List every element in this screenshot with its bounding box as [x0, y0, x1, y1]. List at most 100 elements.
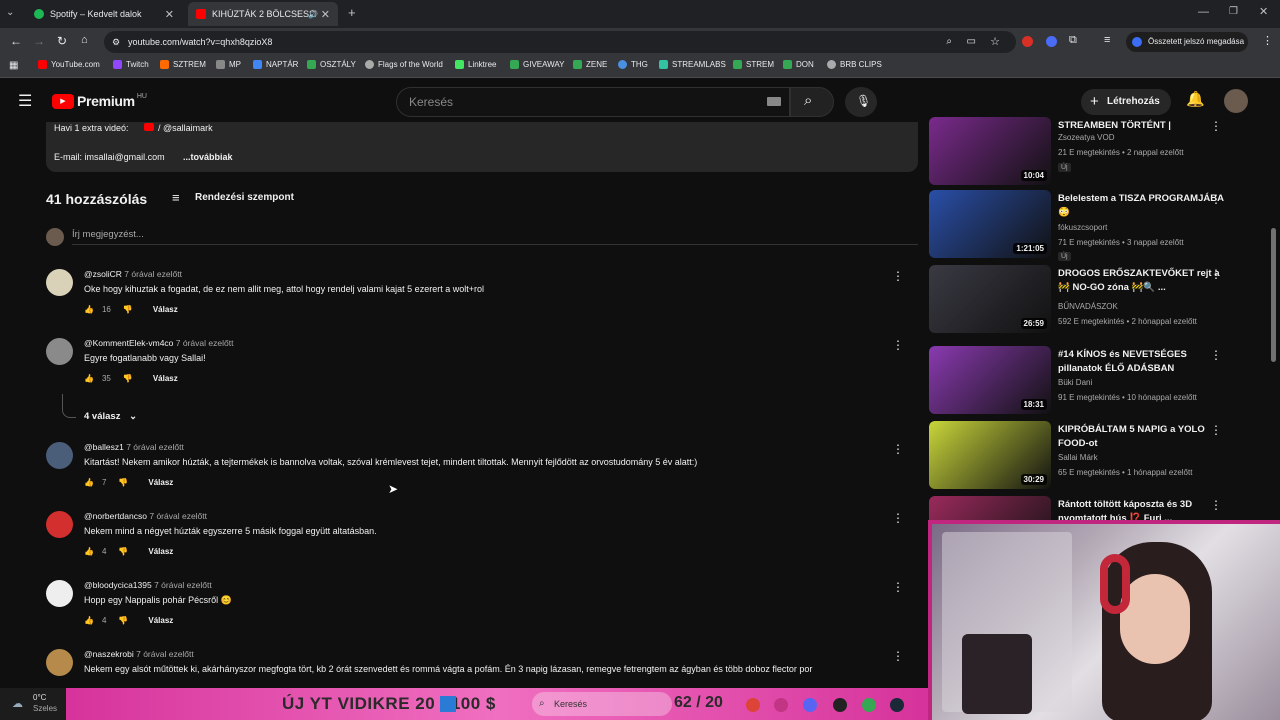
hamburger-menu-icon[interactable]: ☰: [18, 91, 32, 111]
comment-author[interactable]: @naszekrobi 7 órával ezelőtt: [84, 649, 194, 659]
reload-icon[interactable]: ↻: [57, 34, 67, 48]
show-replies-button[interactable]: 4 válasz ⌄: [84, 411, 137, 422]
notifications-bell-icon[interactable]: 🔔: [1186, 90, 1205, 108]
tab-list-icon[interactable]: ⌄: [6, 7, 14, 18]
like-icon[interactable]: 👍: [84, 374, 94, 383]
voice-search-button[interactable]: 🎙: [845, 87, 877, 117]
show-more-link[interactable]: ...továbbiak: [183, 152, 233, 162]
menu-dots-icon[interactable]: ⋮: [1262, 34, 1273, 47]
app-icon[interactable]: [774, 698, 788, 712]
channel-name[interactable]: Sallai Márk: [1058, 453, 1098, 462]
profile-button[interactable]: Összetett jelszó megadása: [1126, 32, 1248, 52]
dislike-icon[interactable]: 👎: [118, 478, 128, 487]
reply-button[interactable]: Válasz: [153, 305, 178, 314]
video-title[interactable]: #14 KÍNOS és NEVETSÉGES pillanatok ÉLŐ A…: [1058, 348, 1233, 376]
bookmark-giveaway[interactable]: GIVEAWAY: [510, 60, 565, 69]
video-description[interactable]: Havi 1 extra videó: / @sallaimark E-mail…: [46, 122, 918, 172]
video-menu-icon[interactable]: ⋮: [1210, 348, 1222, 362]
dislike-icon[interactable]: 👎: [123, 305, 133, 314]
close-icon[interactable]: ✕: [321, 8, 330, 21]
forward-icon[interactable]: →: [33, 34, 45, 48]
bookmark-strem[interactable]: STREM: [733, 60, 774, 69]
apps-grid-icon[interactable]: ▦: [9, 60, 18, 71]
related-video[interactable]: 10:04 STREAMBEN TÖRTÉNT | Zsozeatya VOD …: [929, 117, 1274, 187]
bookmark-twitch[interactable]: Twitch: [113, 60, 149, 69]
comment-menu-icon[interactable]: ⋮: [892, 442, 904, 456]
sort-button[interactable]: Rendezési szempont: [195, 192, 294, 203]
reply-button[interactable]: Válasz: [148, 478, 173, 487]
video-thumbnail[interactable]: 26:59: [929, 265, 1051, 333]
bookmark-youtube[interactable]: YouTube.com: [38, 60, 100, 69]
search-button[interactable]: ⌕: [790, 87, 834, 117]
like-icon[interactable]: 👍: [84, 616, 94, 625]
extension-icon[interactable]: [1022, 36, 1033, 47]
bookmark-don[interactable]: DON: [783, 60, 814, 69]
channel-name[interactable]: Zsozeatya VOD: [1058, 133, 1114, 142]
video-title[interactable]: STREAMBEN TÖRTÉNT |: [1058, 119, 1233, 133]
comment-author[interactable]: @bloodycica1395 7 órával ezelőtt: [84, 580, 212, 590]
dislike-icon[interactable]: 👎: [123, 374, 133, 383]
bookmark-thg[interactable]: THG: [618, 60, 648, 69]
bookmark-naptar[interactable]: NAPTÁR: [253, 60, 298, 69]
related-video[interactable]: 26:59 DROGOS ERŐSZAKTEVŐKET rejt a 🚧 NO-…: [929, 265, 1274, 335]
maximize-button[interactable]: ❐: [1229, 6, 1238, 17]
video-menu-icon[interactable]: ⋮: [1210, 192, 1222, 206]
dislike-icon[interactable]: 👎: [118, 616, 128, 625]
comment-author[interactable]: @KommentElek-vm4co 7 órával ezelőtt: [84, 338, 233, 348]
channel-link[interactable]: / @sallaimark: [158, 123, 213, 133]
tab-youtube[interactable]: KIHÚZTÁK 2 BÖLCSESSÉGF 🔊 ✕: [188, 2, 338, 26]
video-thumbnail[interactable]: 10:04: [929, 117, 1051, 185]
sort-icon[interactable]: ≡: [172, 190, 180, 205]
comment-author[interactable]: @norbertdancso 7 órával ezelőtt: [84, 511, 207, 521]
related-video[interactable]: 18:31 #14 KÍNOS és NEVETSÉGES pillanatok…: [929, 346, 1274, 416]
avatar[interactable]: [46, 442, 73, 469]
related-video[interactable]: Rántott töltött káposzta és 3D nyomtatot…: [929, 496, 1274, 522]
comment-author[interactable]: @ballesz1 7 órával ezelőtt: [84, 442, 184, 452]
extension-icon[interactable]: [1046, 36, 1057, 47]
zoom-icon[interactable]: ⌕: [946, 31, 952, 53]
comment-author[interactable]: @zsoliCR 7 órával ezelőtt: [84, 269, 182, 279]
avatar[interactable]: [46, 338, 73, 365]
reading-list-icon[interactable]: ≡: [1104, 34, 1110, 46]
reply-button[interactable]: Válasz: [148, 616, 173, 625]
video-menu-icon[interactable]: ⋮: [1210, 498, 1222, 512]
video-title[interactable]: Belelestem a TISZA PROGRAMJÁBA 😳: [1058, 192, 1233, 220]
extensions-puzzle-icon[interactable]: ⧉: [1069, 34, 1077, 47]
comment-menu-icon[interactable]: ⋮: [892, 649, 904, 663]
bookmark-streamlabs[interactable]: STREAMLABS: [659, 60, 726, 69]
windows-start-icon[interactable]: [440, 696, 456, 712]
close-icon[interactable]: ✕: [165, 8, 174, 21]
bookmark-sztrem[interactable]: SZTREM: [160, 60, 206, 69]
avatar[interactable]: [46, 511, 73, 538]
bookmark-mp[interactable]: MP: [216, 60, 241, 69]
like-icon[interactable]: 👍: [84, 305, 94, 314]
url-field[interactable]: ⚙ youtube.com/watch?v=qhxh8qzioX8 ⌕ ▭ ☆: [104, 31, 1016, 53]
like-icon[interactable]: 👍: [84, 478, 94, 487]
back-icon[interactable]: ←: [10, 34, 22, 48]
add-comment-input[interactable]: Írj megjegyzést...: [72, 229, 918, 245]
video-title[interactable]: DROGOS ERŐSZAKTEVŐKET rejt a 🚧 NO-GO zón…: [1058, 267, 1233, 295]
video-thumbnail[interactable]: 30:29: [929, 421, 1051, 489]
new-tab-button[interactable]: +: [348, 5, 356, 20]
avatar[interactable]: [46, 580, 73, 607]
youtube-logo[interactable]: ▶ Premium HU: [52, 93, 147, 109]
weather-icon[interactable]: ☁: [12, 697, 23, 710]
sidebar-scrollbar[interactable]: [1271, 228, 1276, 362]
bookmark-brb-clips[interactable]: BRB CLIPS: [827, 60, 882, 69]
bookmark-zene[interactable]: ZENE: [573, 60, 607, 69]
account-avatar[interactable]: [1224, 89, 1248, 113]
reply-button[interactable]: Válasz: [153, 374, 178, 383]
comment-menu-icon[interactable]: ⋮: [892, 338, 904, 352]
related-video[interactable]: 30:29 KIPRÓBÁLTAM 5 NAPIG a YOLO FOOD-ot…: [929, 421, 1274, 491]
bookmark-osztaly[interactable]: OSZTÁLY: [307, 60, 356, 69]
discord-icon[interactable]: [803, 698, 817, 712]
bookmark-linktree[interactable]: Linktree: [455, 60, 496, 69]
video-title[interactable]: KIPRÓBÁLTAM 5 NAPIG a YOLO FOOD-ot: [1058, 423, 1233, 451]
avatar[interactable]: [46, 269, 73, 296]
keyboard-icon[interactable]: [767, 97, 781, 106]
steam-icon[interactable]: [890, 698, 904, 712]
channel-name[interactable]: BŰNVADÁSZOK: [1058, 302, 1118, 311]
video-title[interactable]: Rántott töltött káposzta és 3D nyomtatot…: [1058, 498, 1233, 522]
cast-icon[interactable]: ▭: [967, 31, 976, 53]
video-menu-icon[interactable]: ⋮: [1210, 267, 1222, 281]
